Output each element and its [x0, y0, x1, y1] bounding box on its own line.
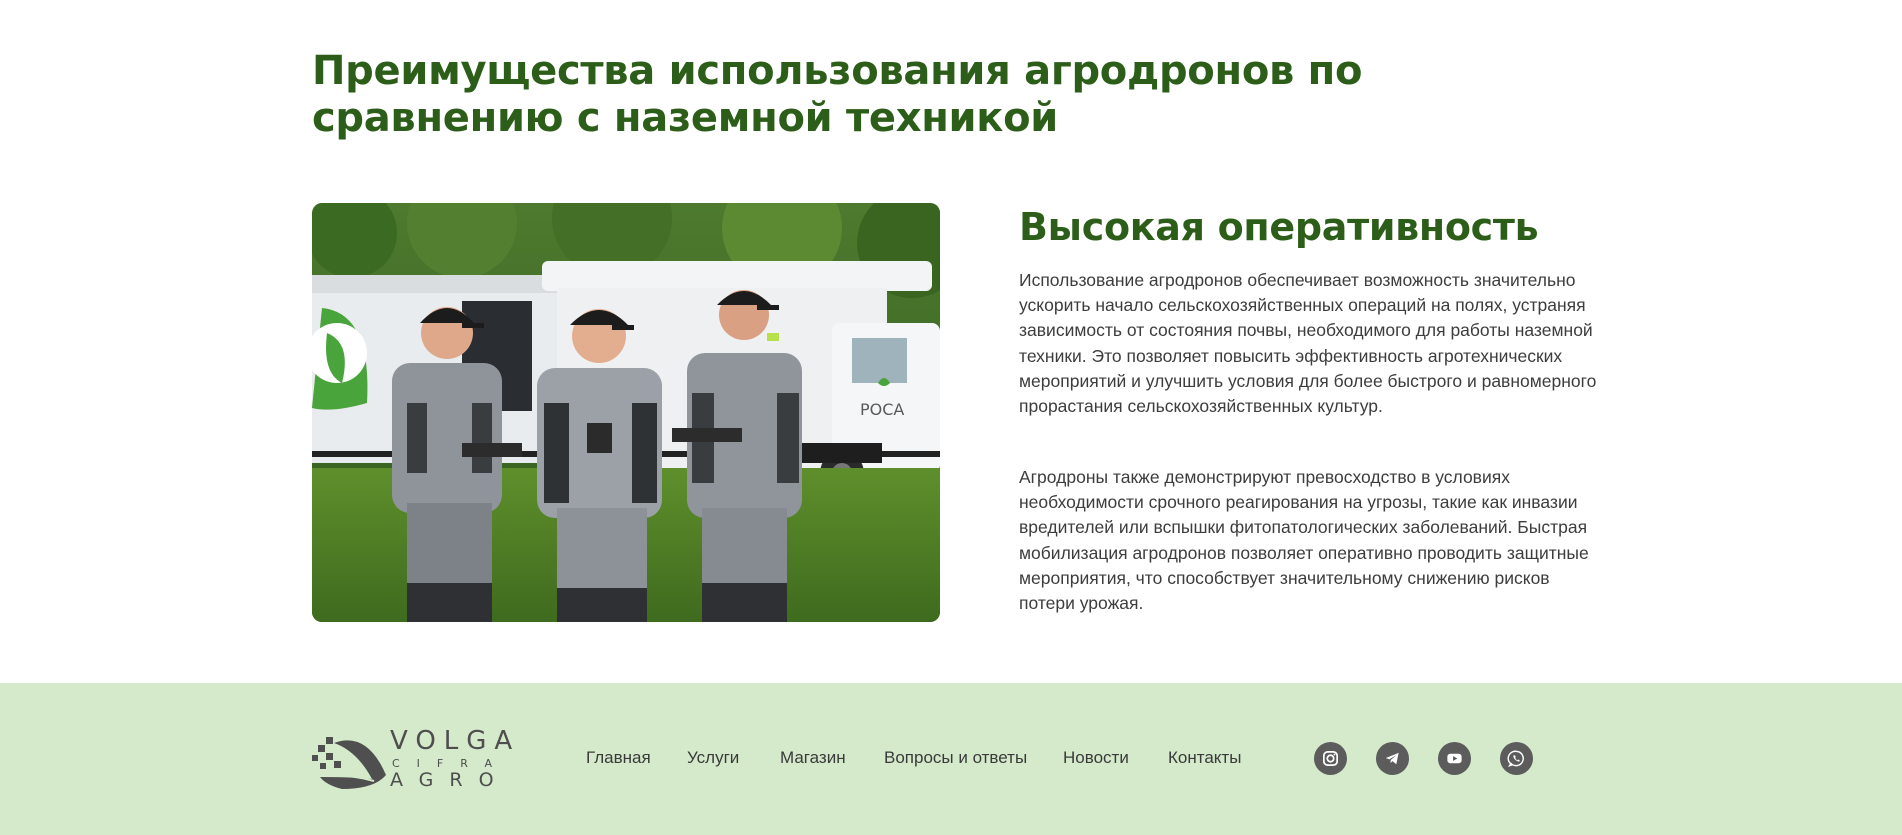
- section-title: Высокая оперативность: [1019, 205, 1539, 249]
- truck-label: РОСА: [860, 400, 904, 419]
- phone-button[interactable]: [1500, 742, 1533, 775]
- leaf-logo-icon: [312, 737, 386, 789]
- nav-link-contacts[interactable]: Контакты: [1168, 746, 1241, 770]
- logo-text-agro: AGRO: [390, 769, 510, 791]
- footer-logo[interactable]: VOLGA CIFRA AGRO: [312, 726, 521, 791]
- telegram-icon: [1385, 752, 1399, 765]
- instagram-icon: [1322, 750, 1339, 767]
- page-title: Преимущества использования агродронов по…: [312, 48, 1363, 141]
- nav-link-faq[interactable]: Вопросы и ответы: [884, 746, 1027, 770]
- logo-text-volga: VOLGA: [390, 726, 521, 756]
- section-paragraph-2: Агродроны также демонстрируют превосходс…: [1019, 467, 1589, 614]
- team-photo-illustration: РОСА: [312, 203, 940, 622]
- nav-link-services[interactable]: Услуги: [687, 746, 739, 770]
- team-photo: РОСА: [312, 203, 940, 622]
- nav-link-news[interactable]: Новости: [1063, 746, 1129, 770]
- youtube-button[interactable]: [1438, 742, 1471, 775]
- nav-link-home[interactable]: Главная: [586, 746, 651, 770]
- phone-icon: [1507, 750, 1524, 767]
- telegram-button[interactable]: [1376, 742, 1409, 775]
- instagram-button[interactable]: [1314, 742, 1347, 775]
- section-paragraph-1: Использование агродронов обеспечивает во…: [1019, 270, 1597, 417]
- nav-link-shop[interactable]: Магазин: [780, 746, 846, 770]
- youtube-icon: [1447, 753, 1462, 764]
